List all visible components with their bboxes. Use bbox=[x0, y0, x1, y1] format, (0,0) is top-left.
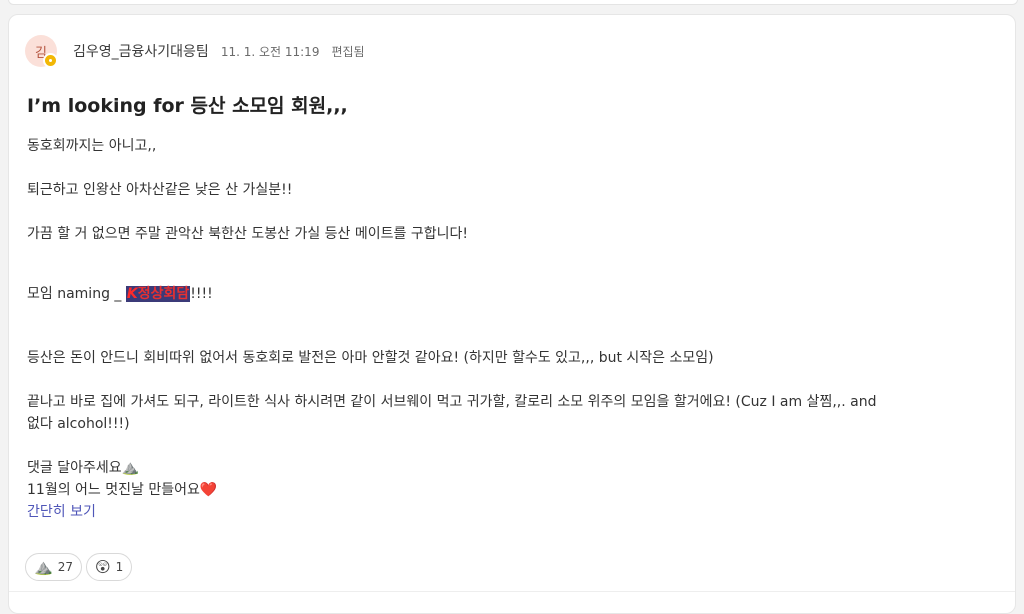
closing-text: 11월의 어느 멋진날 만들어요 bbox=[27, 482, 200, 498]
naming-suffix: !!!! bbox=[190, 286, 213, 302]
astonished-face-emoji-icon: 😲 bbox=[94, 557, 111, 576]
post-timestamp: 11. 1. 오전 11:19 bbox=[220, 44, 320, 59]
reaction-mountain-button[interactable]: ⛰️ 27 bbox=[25, 553, 82, 581]
divider bbox=[9, 591, 1015, 592]
reactions-bar: ⛰️ 27 😲 1 bbox=[25, 553, 133, 581]
reaction-count: 27 bbox=[57, 560, 73, 574]
reaction-astonished-button[interactable]: 😲 1 bbox=[85, 553, 133, 581]
naming-prefix: 모임 naming _ bbox=[27, 286, 126, 302]
status-badge-icon bbox=[43, 53, 58, 68]
mountain-icon: ⛰️ bbox=[121, 460, 140, 476]
collapse-link[interactable]: 간단히 보기 bbox=[27, 501, 1007, 523]
author-name[interactable]: 김우영_금융사기대응팀 bbox=[73, 41, 209, 61]
previous-post-card bbox=[8, 0, 1018, 5]
body-line: 댓글 달아주세요⛰️ bbox=[27, 457, 1007, 479]
body-line: 끝나고 바로 집에 가셔도 되구, 라이트한 식사 하시려면 같이 서브웨이 먹… bbox=[27, 394, 877, 410]
body-line: 등산은 돈이 안드니 회비따위 없어서 동호회로 발전은 아마 안할것 같아요!… bbox=[27, 350, 714, 366]
body-line: 없다 alcohol!!!) bbox=[27, 416, 130, 432]
edited-label: 편집됨 bbox=[331, 44, 365, 59]
reaction-count: 1 bbox=[115, 560, 124, 574]
post-title: I’m looking for 등산 소모임 회원,,, bbox=[27, 95, 348, 117]
body-line: 가끔 할 거 없으면 주말 관악산 북한산 도봉산 가실 등산 메이트를 구합니… bbox=[27, 226, 468, 242]
body-line: 11월의 어느 멋진날 만들어요❤️ bbox=[27, 479, 1007, 501]
post-card: 김 김우영_금융사기대응팀 11. 1. 오전 11:19 편집됨 I’m lo… bbox=[8, 14, 1016, 614]
post-header: 김 김우영_금융사기대응팀 11. 1. 오전 11:19 편집됨 bbox=[25, 35, 365, 68]
comment-request-text: 댓글 달아주세요 bbox=[27, 460, 122, 476]
group-naming-line: 모임 naming _ K정상회담!!!! bbox=[27, 283, 1007, 305]
k-letter: K bbox=[126, 286, 138, 302]
body-line: 동호회까지는 아니고,, bbox=[27, 138, 157, 154]
avatar[interactable]: 김 bbox=[25, 35, 58, 68]
group-name: 정상회담 bbox=[137, 286, 190, 302]
post-body: 동호회까지는 아니고,, 퇴근하고 인왕산 아차산같은 낮은 산 가실분!! 가… bbox=[27, 135, 1007, 523]
mountain-emoji-icon: ⛰️ bbox=[34, 557, 53, 576]
heart-icon: ❤️ bbox=[199, 482, 218, 498]
highlighted-group-name: K정상회담 bbox=[125, 286, 191, 302]
body-line: 퇴근하고 인왕산 아차산같은 낮은 산 가실분!! bbox=[27, 182, 293, 198]
